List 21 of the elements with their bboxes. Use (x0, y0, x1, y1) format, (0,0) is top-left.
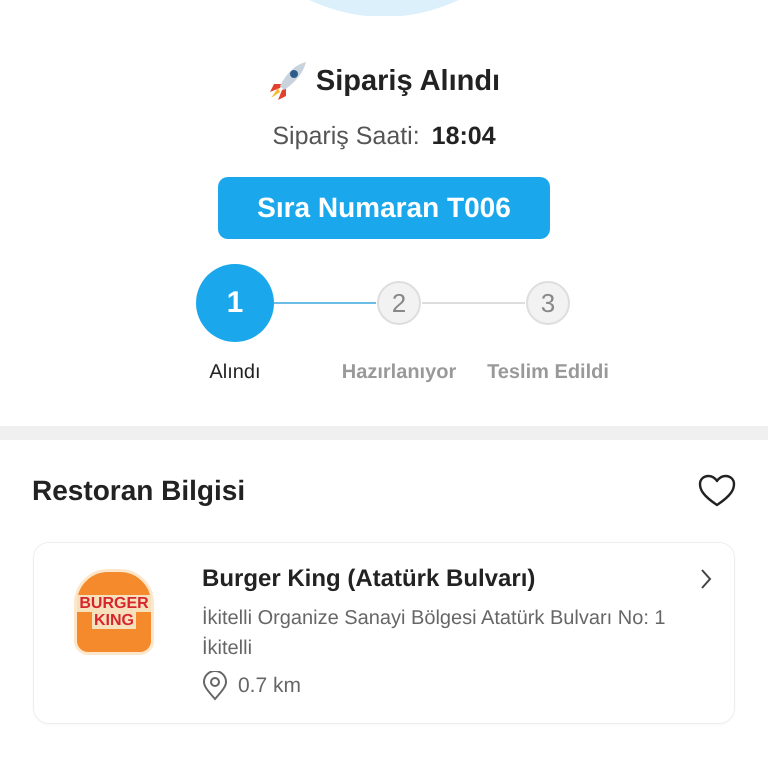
step-number: 2 (377, 281, 421, 325)
location-pin-icon (202, 671, 228, 701)
restaurant-name: Burger King (Atatürk Bulvarı) (202, 565, 536, 593)
restaurant-card[interactable]: BURGER KING Burger King (Atatürk Bulvarı) İkitelli Organize Sanayi Bölgesi Atatürk Bulvarı No: 1 İkitelli 0.7 km (33, 542, 735, 724)
step-number: 1 (196, 264, 274, 342)
section-title: Restoran Bilgisi (32, 475, 246, 507)
logo-text: KING (92, 612, 136, 629)
restaurant-address: İkitelli Organize Sanayi Bölgesi Atatürk Bulvarı No: 1 İkitelli (202, 606, 667, 661)
step-label: Hazırlanıyor (342, 361, 456, 384)
restaurant-distance: 0.7 km (238, 674, 302, 698)
step-number: 3 (526, 281, 570, 325)
step-label: Teslim Edildi (487, 361, 609, 384)
order-time-label: Sipariş Saati: (272, 122, 420, 151)
step-label: Alındı (209, 361, 261, 384)
order-time: 18:04 (432, 122, 496, 151)
heart-icon (698, 474, 736, 508)
logo-text: BURGER (77, 595, 151, 612)
rocket-icon (268, 62, 308, 100)
order-status-title: Sipariş Alındı (316, 64, 500, 98)
chevron-right-icon (700, 568, 712, 590)
favorite-button[interactable] (698, 474, 736, 508)
